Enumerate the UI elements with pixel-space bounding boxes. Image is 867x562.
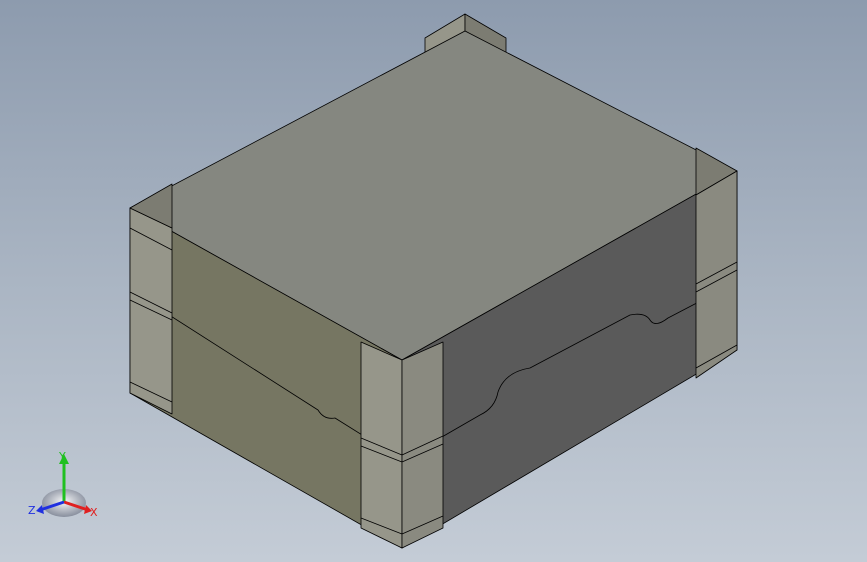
model-view[interactable] [0, 0, 867, 562]
z-axis-label: Z [28, 504, 36, 517]
x-axis-label: X [90, 506, 98, 519]
axis-triad: Y X Z [28, 450, 98, 519]
graphics-viewport[interactable]: Y X Z [0, 0, 867, 562]
left-corner-bracket [129, 183, 173, 415]
right-corner-bracket [695, 147, 738, 379]
y-axis-label: Y [58, 450, 66, 463]
front-corner-bracket [360, 341, 444, 549]
